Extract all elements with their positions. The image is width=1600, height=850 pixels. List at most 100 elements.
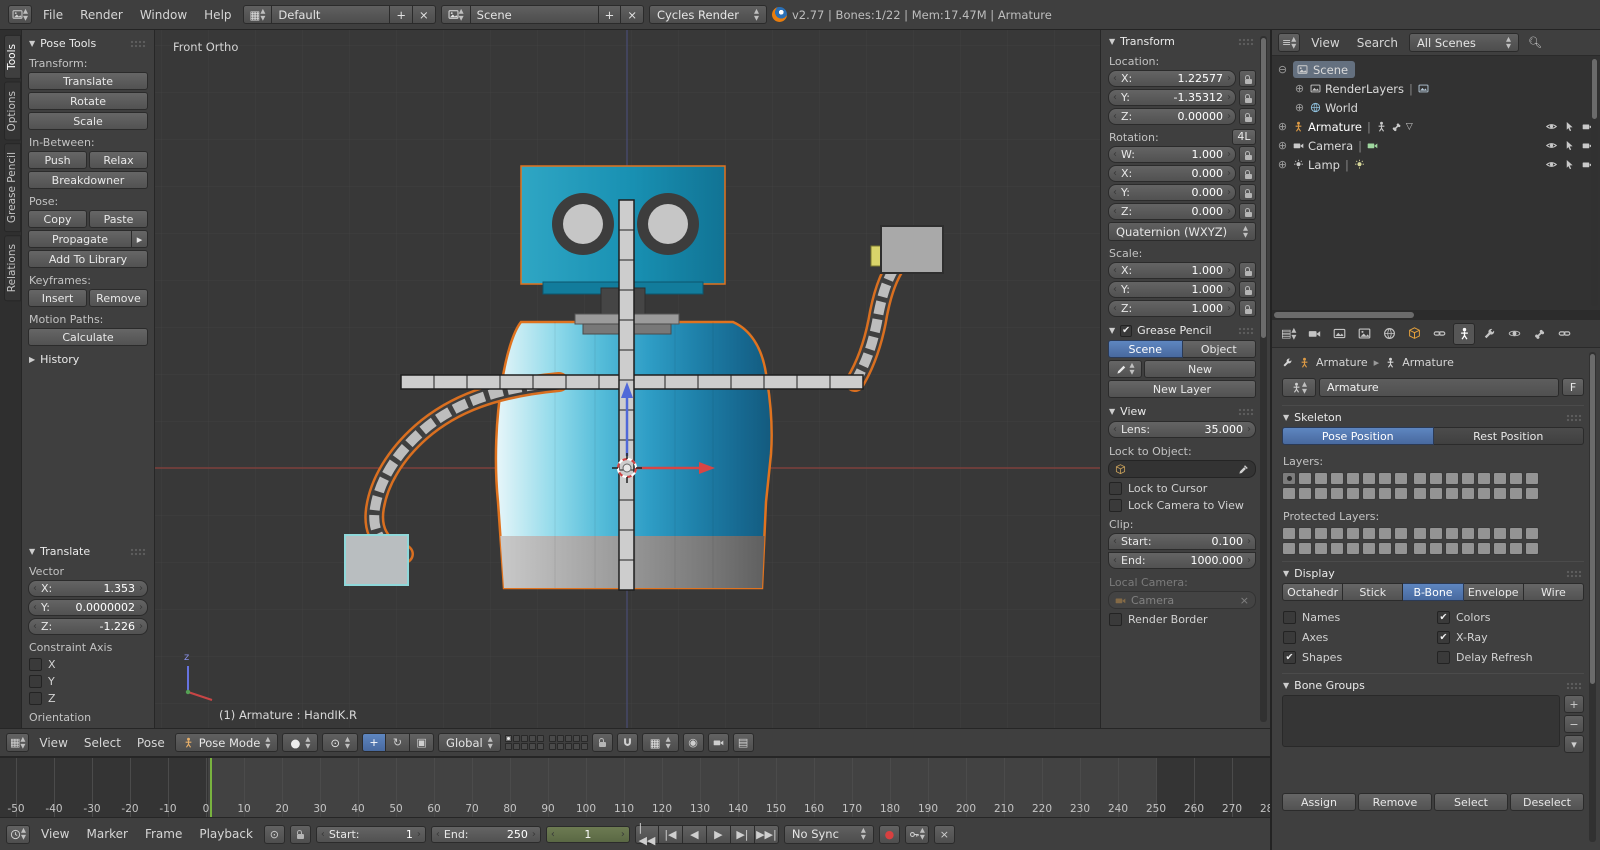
gp-data-dropdown[interactable]: ▲▼ [1108, 360, 1142, 378]
tab-physics[interactable] [1503, 323, 1525, 345]
layer-toggle[interactable] [557, 735, 564, 742]
eyedropper-icon[interactable] [1238, 464, 1249, 475]
menu-file[interactable]: File [37, 8, 69, 22]
remove-bone-group-button[interactable]: − [1564, 715, 1584, 733]
layer-toggle[interactable] [1378, 542, 1392, 555]
layer-toggle[interactable] [1413, 527, 1427, 540]
layer-toggle[interactable] [521, 743, 528, 750]
layer-toggle[interactable] [1525, 472, 1539, 485]
lock-time-cursor-button[interactable] [290, 825, 311, 844]
scene-selector-icon[interactable]: ▲▼ [441, 5, 471, 24]
rotation-y-lock-button[interactable] [1239, 184, 1256, 201]
panel-grip-icon[interactable] [1566, 570, 1583, 578]
outliner-row-world[interactable]: ⊕ World [1276, 98, 1596, 117]
outliner-filter-icon[interactable]: 🔍︎ [1524, 33, 1546, 52]
layer-toggle[interactable] [1362, 487, 1376, 500]
display-panel-header[interactable]: ▼ Display [1282, 562, 1584, 583]
rotation-z-lock-button[interactable] [1239, 203, 1256, 220]
grease-pencil-checkbox[interactable] [1120, 325, 1132, 337]
editor-type-outliner-button[interactable]: ≡▲▼ [1278, 33, 1300, 52]
layer-toggle[interactable] [581, 743, 588, 750]
sync-mode-dropdown[interactable]: No Sync▲▼ [784, 825, 874, 844]
shelf-tab-options[interactable]: Options [4, 82, 21, 141]
outliner-scrollbar[interactable] [1591, 58, 1598, 306]
colors-checkbox[interactable]: Colors [1436, 609, 1584, 626]
expand-icon[interactable]: ⊕ [1293, 101, 1306, 114]
layer-toggle[interactable] [529, 735, 536, 742]
selectability-cursor-icon[interactable] [1564, 159, 1575, 170]
eye-visibility-icon[interactable] [1546, 121, 1557, 132]
layer-toggle[interactable] [1493, 472, 1507, 485]
expand-icon[interactable]: ⊕ [1276, 139, 1289, 152]
layer-toggle[interactable] [1477, 527, 1491, 540]
timeline-menu-playback[interactable]: Playback [193, 827, 259, 841]
layer-toggle[interactable] [1509, 472, 1523, 485]
keying-set-dropdown[interactable]: ▲▼ [905, 825, 929, 844]
frame-start-field[interactable]: ‹Start:1› [316, 826, 426, 843]
timeline-menu-marker[interactable]: Marker [80, 827, 133, 841]
layer-toggle[interactable] [1429, 542, 1443, 555]
rotation-z-slider[interactable]: ‹Z:0.000› [1108, 203, 1236, 220]
manipulator-rotate-button[interactable]: ↻ [386, 733, 410, 752]
layer-toggle[interactable] [1509, 527, 1523, 540]
use-preview-range-button[interactable]: ⊙ [264, 825, 285, 844]
layer-toggle[interactable] [1461, 542, 1475, 555]
layer-toggle[interactable] [1429, 487, 1443, 500]
outliner-row-lamp[interactable]: ⊕ Lamp | [1276, 155, 1596, 174]
panel-grip-icon[interactable] [1238, 38, 1255, 46]
expand-icon[interactable]: ⊕ [1293, 82, 1306, 95]
propagate-button[interactable]: Propagate [28, 230, 132, 248]
render-border-checkbox[interactable]: Render Border [1108, 611, 1256, 628]
expand-icon[interactable]: ⊕ [1276, 120, 1289, 133]
layer-toggle[interactable] [1477, 472, 1491, 485]
lock-to-object-field[interactable] [1108, 460, 1256, 478]
layer-toggle[interactable] [1394, 472, 1408, 485]
opengl-render-anim-button[interactable]: ▤ [733, 733, 754, 752]
viewport-menu-select[interactable]: Select [78, 736, 127, 750]
timeline-menu-view[interactable]: View [35, 827, 75, 841]
layer-toggle[interactable] [1493, 542, 1507, 555]
tab-render-layers[interactable] [1328, 323, 1350, 345]
snap-magnet-button[interactable] [617, 733, 638, 752]
editor-type-properties-button[interactable]: ▤▲▼ [1277, 324, 1300, 343]
editor-type-timeline-button[interactable]: ▲▼ [6, 825, 30, 844]
region-divider[interactable] [1270, 30, 1272, 850]
layer-toggle[interactable] [573, 743, 580, 750]
layer-toggle[interactable] [565, 735, 572, 742]
decrement-arrow-icon[interactable]: ‹ [32, 621, 38, 632]
layer-toggle[interactable] [505, 735, 512, 742]
tab-scene[interactable] [1353, 323, 1375, 345]
jump-to-end-button[interactable]: ▶▶| [755, 825, 779, 844]
layer-toggle[interactable] [1362, 472, 1376, 485]
layer-toggle[interactable] [521, 735, 528, 742]
delete-scene-button[interactable]: × [621, 5, 644, 24]
outliner-row-camera[interactable]: ⊕ Camera | [1276, 136, 1596, 155]
selectability-cursor-icon[interactable] [1564, 140, 1575, 151]
vector-x-slider[interactable]: ‹ X: 1.353 › [28, 580, 148, 597]
tab-render[interactable] [1303, 323, 1325, 345]
calculate-motion-paths-button[interactable]: Calculate [28, 328, 148, 346]
layer-toggle[interactable] [505, 743, 512, 750]
outliner-menu-search[interactable]: Search [1351, 36, 1404, 50]
tab-constraints[interactable] [1428, 323, 1450, 345]
current-frame-field[interactable]: ‹1› [546, 826, 630, 843]
add-bone-group-button[interactable]: + [1564, 695, 1584, 713]
tab-bone[interactable] [1528, 323, 1550, 345]
lock-camera-to-view-checkbox[interactable]: Lock Camera to View [1108, 497, 1256, 514]
bone-groups-list[interactable] [1282, 695, 1560, 747]
layer-toggle[interactable] [537, 735, 544, 742]
display-stick-button[interactable]: Stick [1343, 583, 1403, 601]
timeline-menu-frame[interactable]: Frame [139, 827, 188, 841]
layer-toggle[interactable] [1477, 542, 1491, 555]
scale-x-lock-button[interactable] [1239, 262, 1256, 279]
copy-pose-button[interactable]: Copy [28, 210, 87, 228]
translate-redo-panel-header[interactable]: ▼ Translate [28, 540, 148, 561]
layer-toggle[interactable] [1378, 527, 1392, 540]
layer-toggle[interactable] [513, 743, 520, 750]
local-camera-field[interactable]: Camera × [1108, 591, 1256, 609]
clear-icon[interactable]: × [1240, 594, 1249, 607]
location-z-lock-button[interactable] [1239, 108, 1256, 125]
outliner-row-armature[interactable]: ⊕ Armature | ▽ [1276, 117, 1596, 136]
bone-group-select-button[interactable]: Select [1434, 793, 1508, 811]
delay-refresh-checkbox[interactable]: Delay Refresh [1436, 649, 1584, 666]
